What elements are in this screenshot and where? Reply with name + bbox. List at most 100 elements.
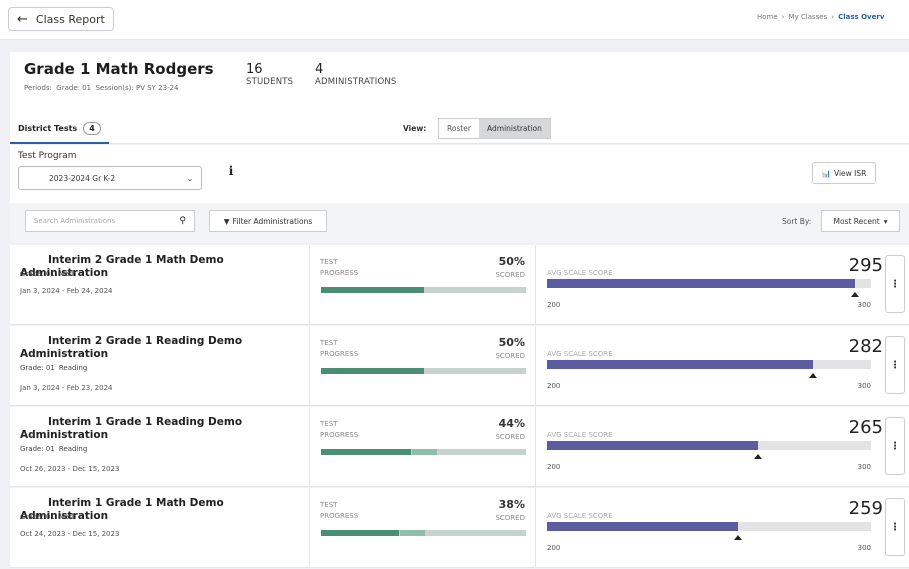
progress-partial-segment	[412, 449, 437, 455]
administration-info: Interim 2 Grade 1 Reading Demo Administr…	[10, 326, 310, 406]
kebab-icon: ⋮	[890, 278, 900, 290]
test-progress-label-line: PROGRESS	[320, 269, 359, 277]
administration-subject: Reading	[58, 364, 88, 372]
test-progress: TEST PROGRESS 50% SCORED	[310, 326, 536, 406]
test-progress-label: TEST PROGRESS	[320, 419, 358, 441]
more-options-button[interactable]: ⋮	[885, 417, 905, 475]
view-isr-button[interactable]: 📊 View ISR	[812, 162, 876, 184]
test-progress-label-line: TEST	[320, 501, 338, 509]
more-options-button[interactable]: ⋮	[885, 336, 905, 394]
administration-info: Interim 1 Grade 1 Reading Demo Administr…	[10, 407, 310, 487]
administration-row: Interim 2 Grade 1 Reading Demo Administr…	[10, 326, 909, 406]
kebab-icon: ⋮	[890, 521, 900, 533]
administration-info: Interim 2 Grade 1 Math Demo Administrati…	[10, 245, 310, 325]
test-program-label: Test Program	[18, 151, 77, 161]
administration-grade: Grade: 01	[20, 513, 55, 521]
administration-grade: Grade: 01	[20, 270, 55, 278]
score-bar	[547, 441, 871, 450]
administration-dates: Jan 3, 2024 - Feb 23, 2024	[20, 384, 113, 392]
test-program-panel: Test Program 2023-2024 Gr K-2 ⌄ i 📊 View…	[10, 145, 909, 203]
tab-district-tests[interactable]: District Tests 4	[10, 114, 109, 144]
avg-scale-score-label: AVG SCALE SCORE	[547, 350, 613, 358]
score-fill	[547, 360, 813, 369]
scale-min: 200	[547, 544, 561, 552]
scored-label: SCORED	[495, 514, 525, 522]
more-options-button[interactable]: ⋮	[885, 498, 905, 556]
administration-grade: Grade: 01	[20, 364, 55, 372]
administration-name[interactable]: Interim 1 Grade 1 Reading Demo Administr…	[20, 416, 305, 442]
students-count: 16	[246, 62, 263, 77]
class-header: Grade 1 Math Rodgers Periods: Grade: 01 …	[10, 52, 909, 122]
kebab-icon: ⋮	[890, 359, 900, 371]
sort-value: Most Recent	[833, 216, 880, 226]
test-progress-label-line: PROGRESS	[320, 431, 359, 439]
progress-percent: 38%	[498, 498, 525, 511]
sort-select[interactable]: Most Recent ▾	[821, 210, 900, 232]
caret-down-icon: ▾	[883, 216, 888, 226]
avg-scale-score-label: AVG SCALE SCORE	[547, 512, 613, 520]
breadcrumb-home[interactable]: Home	[757, 13, 778, 21]
avg-scale-score: AVG SCALE SCORE 282 200 300	[536, 326, 883, 406]
avg-scale-score: AVG SCALE SCORE 295 200 300	[536, 245, 883, 325]
tab-label: District Tests	[18, 123, 78, 133]
test-program-select[interactable]: 2023-2024 Gr K-2 ⌄	[18, 166, 202, 190]
sessions-text: Session(s): PV SY 23-24	[95, 84, 179, 92]
avg-scale-score-value: 265	[848, 417, 883, 438]
progress-complete-segment	[321, 449, 411, 455]
filter-label: Filter Administrations	[232, 216, 313, 226]
avg-scale-score-label: AVG SCALE SCORE	[547, 431, 613, 439]
administration-dates: Oct 26, 2023 - Dec 15, 2023	[20, 465, 120, 473]
breadcrumb: Home › My Classes › Class Overv	[757, 13, 905, 21]
administration-subject: Math	[58, 270, 77, 278]
more-options-button[interactable]: ⋮	[885, 255, 905, 313]
view-toggle: Roster Administration	[438, 118, 551, 139]
test-progress-label-line: TEST	[320, 420, 338, 428]
search-input[interactable]: Search Administrations ⚲	[25, 210, 195, 232]
progress-partial-segment	[400, 530, 425, 536]
administration-info: Interim 1 Grade 1 Math Demo Administrati…	[10, 488, 310, 568]
filter-button[interactable]: ▼ Filter Administrations	[209, 210, 327, 232]
administration-name[interactable]: Interim 2 Grade 1 Reading Demo Administr…	[20, 335, 305, 361]
view-roster-button[interactable]: Roster	[439, 119, 480, 138]
avg-scale-score-value: 295	[848, 255, 883, 276]
class-subtitle: Periods: Grade: 01 Session(s): PV SY 23-…	[24, 84, 179, 92]
test-progress-label-line: PROGRESS	[320, 512, 359, 520]
tab-bar: District Tests 4 View: Roster Administra…	[10, 114, 909, 144]
test-progress-label: TEST PROGRESS	[320, 257, 358, 279]
scored-label: SCORED	[495, 433, 525, 441]
kebab-icon: ⋮	[890, 440, 900, 452]
score-marker-icon	[734, 535, 742, 540]
test-progress-label-line: TEST	[320, 339, 338, 347]
score-bar	[547, 522, 871, 531]
administrations-stat: 4 ADMINISTRATIONS	[315, 62, 397, 87]
test-progress-label-line: TEST	[320, 258, 338, 266]
back-button[interactable]: ← Class Report	[8, 7, 114, 31]
grade-text: Grade: 01	[56, 84, 92, 92]
administration-row: Interim 2 Grade 1 Math Demo Administrati…	[10, 245, 909, 325]
scale-max: 300	[857, 382, 871, 390]
administrations-count: 4	[315, 62, 324, 77]
progress-complete-segment	[321, 287, 424, 293]
scale-max: 300	[857, 544, 871, 552]
info-icon[interactable]: i	[223, 163, 239, 179]
score-fill	[547, 522, 738, 531]
view-administration-button[interactable]: Administration	[479, 119, 550, 138]
progress-bar	[321, 287, 526, 293]
breadcrumb-my-classes[interactable]: My Classes	[788, 13, 827, 21]
score-bar	[547, 360, 871, 369]
progress-bar	[321, 449, 526, 455]
scored-label: SCORED	[495, 352, 525, 360]
test-progress-label: TEST PROGRESS	[320, 500, 358, 522]
filter-icon: ▼	[223, 216, 230, 226]
avg-scale-score: AVG SCALE SCORE 265 200 300	[536, 407, 883, 487]
search-icon: ⚲	[179, 216, 186, 226]
test-progress: TEST PROGRESS 38% SCORED	[310, 488, 536, 568]
progress-bar	[321, 368, 526, 374]
administration-subject: Math	[58, 513, 77, 521]
administration-row: Interim 1 Grade 1 Reading Demo Administr…	[10, 407, 909, 487]
students-stat: 16 STUDENTS	[246, 62, 293, 87]
periods-label: Periods:	[24, 84, 52, 92]
test-progress-label: TEST PROGRESS	[320, 338, 358, 360]
progress-complete-segment	[321, 368, 424, 374]
administration-dates: Oct 24, 2023 - Dec 15, 2023	[20, 530, 120, 538]
